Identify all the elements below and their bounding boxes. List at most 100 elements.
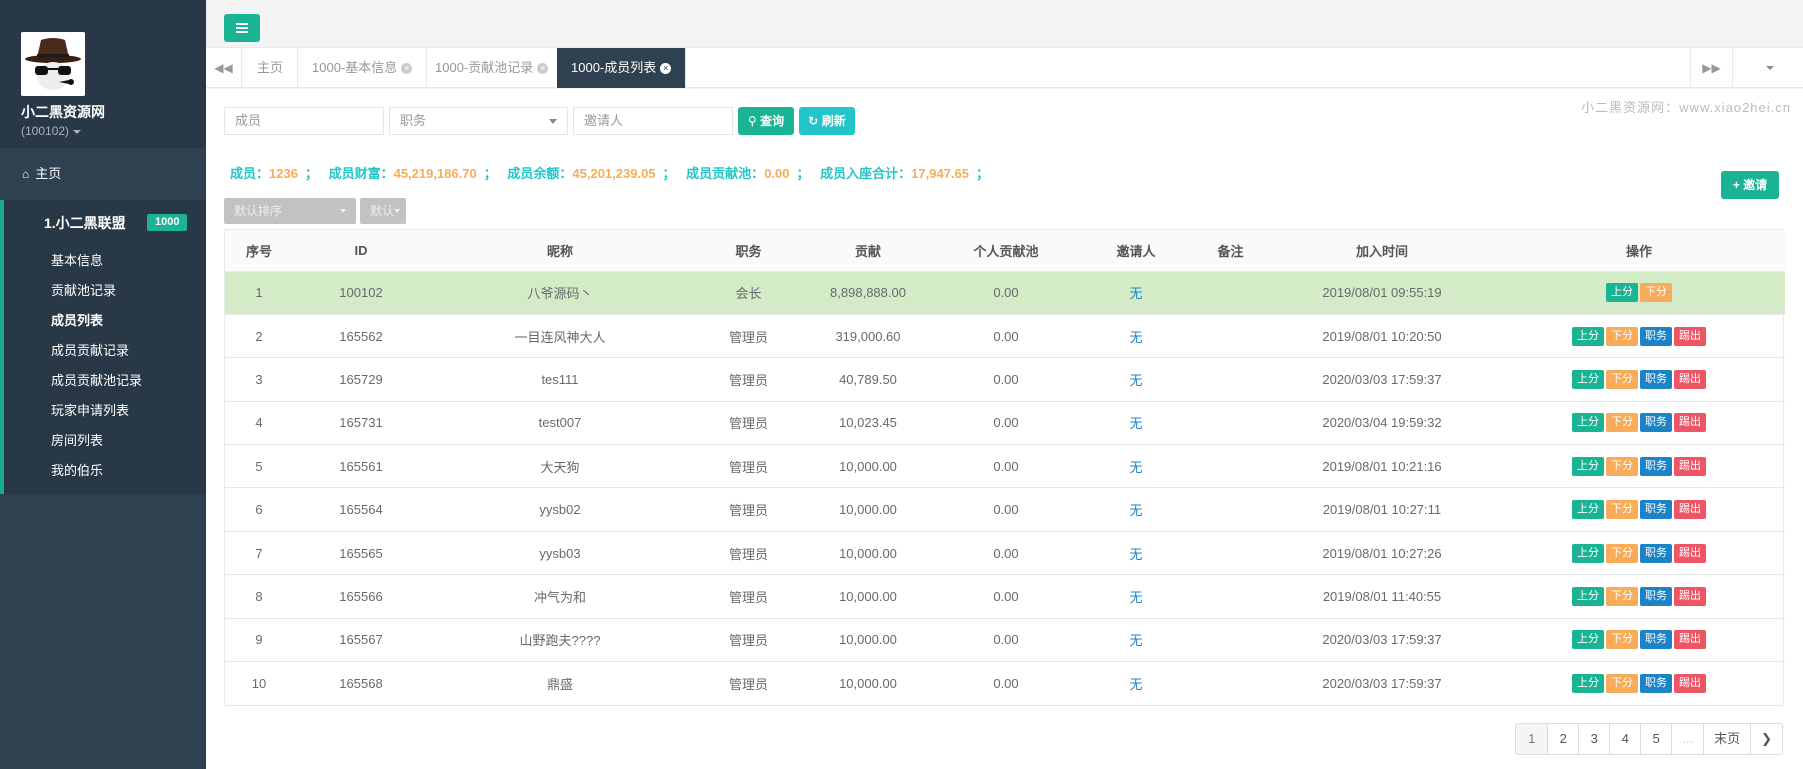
tab-label: 1000-贡献池记录 xyxy=(435,60,534,75)
add-points-button[interactable]: 上分 xyxy=(1572,369,1604,389)
table-row: 9 165567 山野跑夫???? 管理员 10,000.00 0.00 无 2020/03/… xyxy=(225,617,1785,662)
order-dropdown[interactable]: 默认 xyxy=(360,198,406,224)
summary-seat-value: 17,947.65 xyxy=(911,166,969,181)
set-role-button[interactable]: 职务 xyxy=(1640,326,1672,346)
deduct-points-button[interactable]: 下分 xyxy=(1606,586,1638,606)
deduct-points-button[interactable]: 下分 xyxy=(1640,283,1672,303)
cell-id: 100102 xyxy=(293,270,429,315)
nav-item-player-applications[interactable]: 玩家申请列表 xyxy=(4,396,206,426)
nav-item-member-pool[interactable]: 成员贡献池记录 xyxy=(4,366,206,396)
account-id: (100102) xyxy=(21,124,70,138)
add-points-button[interactable]: 上分 xyxy=(1572,543,1604,563)
add-points-button[interactable]: 上分 xyxy=(1572,673,1604,693)
set-role-button[interactable]: 职务 xyxy=(1640,586,1672,606)
nav-group-title[interactable]: 1.小二黑联盟 1000 xyxy=(4,200,206,246)
tab-member-list[interactable]: 1000-成员列表 × xyxy=(557,48,687,88)
inviter-search-input[interactable]: 邀请人 xyxy=(573,107,733,135)
deduct-points-button[interactable]: 下分 xyxy=(1606,413,1638,433)
deduct-points-button[interactable]: 下分 xyxy=(1606,456,1638,476)
set-role-button[interactable]: 职务 xyxy=(1640,543,1672,563)
cell-id: 165562 xyxy=(293,313,429,358)
add-points-button[interactable]: 上分 xyxy=(1572,326,1604,346)
cell-role: 管理员 xyxy=(691,530,806,575)
sort-dropdown[interactable]: 默认排序 xyxy=(224,198,356,224)
next-page-button[interactable]: ❯ xyxy=(1750,724,1782,754)
add-points-button[interactable]: 上分 xyxy=(1572,586,1604,606)
cell-nick: tes111 xyxy=(429,357,691,402)
nav-item-room-list[interactable]: 房间列表 xyxy=(4,426,206,456)
kick-member-button[interactable]: 踢出 xyxy=(1674,500,1706,520)
caret-down-icon xyxy=(340,209,346,213)
cell-role: 管理员 xyxy=(691,574,806,619)
nav-item-basic-info[interactable]: 基本信息 xyxy=(4,246,206,276)
member-search-input[interactable]: 成员 xyxy=(224,107,384,135)
tab-pool-records[interactable]: 1000-贡献池记录 × xyxy=(421,48,564,88)
set-role-button[interactable]: 职务 xyxy=(1640,413,1672,433)
cell-pool: 0.00 xyxy=(930,444,1082,488)
nav-item-member-list[interactable]: 成员列表 xyxy=(4,306,206,336)
deduct-points-button[interactable]: 下分 xyxy=(1606,326,1638,346)
set-role-button[interactable]: 职务 xyxy=(1640,673,1672,693)
table-row: 6 165564 yysb02 管理员 10,000.00 0.00 无 2019/08/01… xyxy=(225,487,1785,532)
nav-home[interactable]: ⌂ 主页 xyxy=(0,148,206,200)
close-icon[interactable]: × xyxy=(660,63,672,75)
invite-button[interactable]: + 邀请 xyxy=(1721,171,1779,199)
avatar[interactable] xyxy=(21,32,85,96)
page-button[interactable]: 4 xyxy=(1609,724,1641,754)
kick-member-button[interactable]: 踢出 xyxy=(1674,543,1706,563)
kick-member-button[interactable]: 踢出 xyxy=(1674,326,1706,346)
tab-basic-info[interactable]: 1000-基本信息 × xyxy=(298,48,428,88)
deduct-points-button[interactable]: 下分 xyxy=(1606,673,1638,693)
set-role-button[interactable]: 职务 xyxy=(1640,369,1672,389)
page-button[interactable]: 3 xyxy=(1578,724,1610,754)
nav-item-my-mentor[interactable]: 我的伯乐 xyxy=(4,456,206,486)
cell-note xyxy=(1190,357,1271,402)
role-select[interactable]: 职务 xyxy=(389,107,568,135)
page-button[interactable]: 1 xyxy=(1516,724,1548,754)
last-page-button[interactable]: 末页 xyxy=(1703,724,1751,754)
cell-inviter: 无 xyxy=(1082,400,1190,445)
nav-item-pool-records[interactable]: 贡献池记录 xyxy=(4,276,206,306)
kick-member-button[interactable]: 踢出 xyxy=(1674,369,1706,389)
deduct-points-button[interactable]: 下分 xyxy=(1606,543,1638,563)
add-points-button[interactable]: 上分 xyxy=(1572,456,1604,476)
cell-contrib: 10,000.00 xyxy=(806,487,930,532)
set-role-button[interactable]: 职务 xyxy=(1640,500,1672,520)
tab-scroll-left-button[interactable]: ◀◀ xyxy=(206,48,242,88)
nav-item-member-contrib[interactable]: 成员贡献记录 xyxy=(4,336,206,366)
deduct-points-button[interactable]: 下分 xyxy=(1606,630,1638,650)
deduct-points-button[interactable]: 下分 xyxy=(1606,500,1638,520)
page-button[interactable]: 2 xyxy=(1547,724,1579,754)
kick-member-button[interactable]: 踢出 xyxy=(1674,456,1706,476)
kick-member-button[interactable]: 踢出 xyxy=(1674,413,1706,433)
query-button[interactable]: ⚲ 查询 xyxy=(738,107,794,135)
set-role-button[interactable]: 职务 xyxy=(1640,630,1672,650)
cell-no: 10 xyxy=(225,661,293,705)
main-content: 小二黑资源网：www.xiao2hei.cn 成员 职务 邀请人 ⚲ 查询 ↻ … xyxy=(206,89,1803,769)
cell-role: 管理员 xyxy=(691,444,806,488)
kick-member-button[interactable]: 踢出 xyxy=(1674,586,1706,606)
tab-scroll-right-button[interactable]: ▶▶ xyxy=(1690,48,1732,88)
cell-contrib: 10,000.00 xyxy=(806,617,930,662)
set-role-button[interactable]: 职务 xyxy=(1640,456,1672,476)
cell-id: 165561 xyxy=(293,444,429,488)
close-icon[interactable]: × xyxy=(401,63,413,75)
menu-toggle-button[interactable] xyxy=(224,14,260,42)
refresh-button[interactable]: ↻ 刷新 xyxy=(799,107,855,135)
add-points-button[interactable]: 上分 xyxy=(1572,413,1604,433)
cell-time: 2020/03/04 19:59:32 xyxy=(1271,400,1493,445)
kick-member-button[interactable]: 踢出 xyxy=(1674,630,1706,650)
kick-member-button[interactable]: 踢出 xyxy=(1674,673,1706,693)
account-dropdown[interactable]: (100102) xyxy=(21,124,206,138)
tab-home[interactable]: 主页 xyxy=(243,48,299,88)
deduct-points-button[interactable]: 下分 xyxy=(1606,369,1638,389)
tab-options-dropdown[interactable] xyxy=(1732,48,1803,88)
add-points-button[interactable]: 上分 xyxy=(1572,500,1604,520)
add-points-button[interactable]: 上分 xyxy=(1572,630,1604,650)
page-button[interactable]: 5 xyxy=(1640,724,1672,754)
cell-inviter: 无 xyxy=(1082,487,1190,532)
invite-label: 邀请 xyxy=(1743,178,1768,192)
add-points-button[interactable]: 上分 xyxy=(1606,283,1638,303)
close-icon[interactable]: × xyxy=(537,63,549,75)
cell-role: 管理员 xyxy=(691,313,806,358)
